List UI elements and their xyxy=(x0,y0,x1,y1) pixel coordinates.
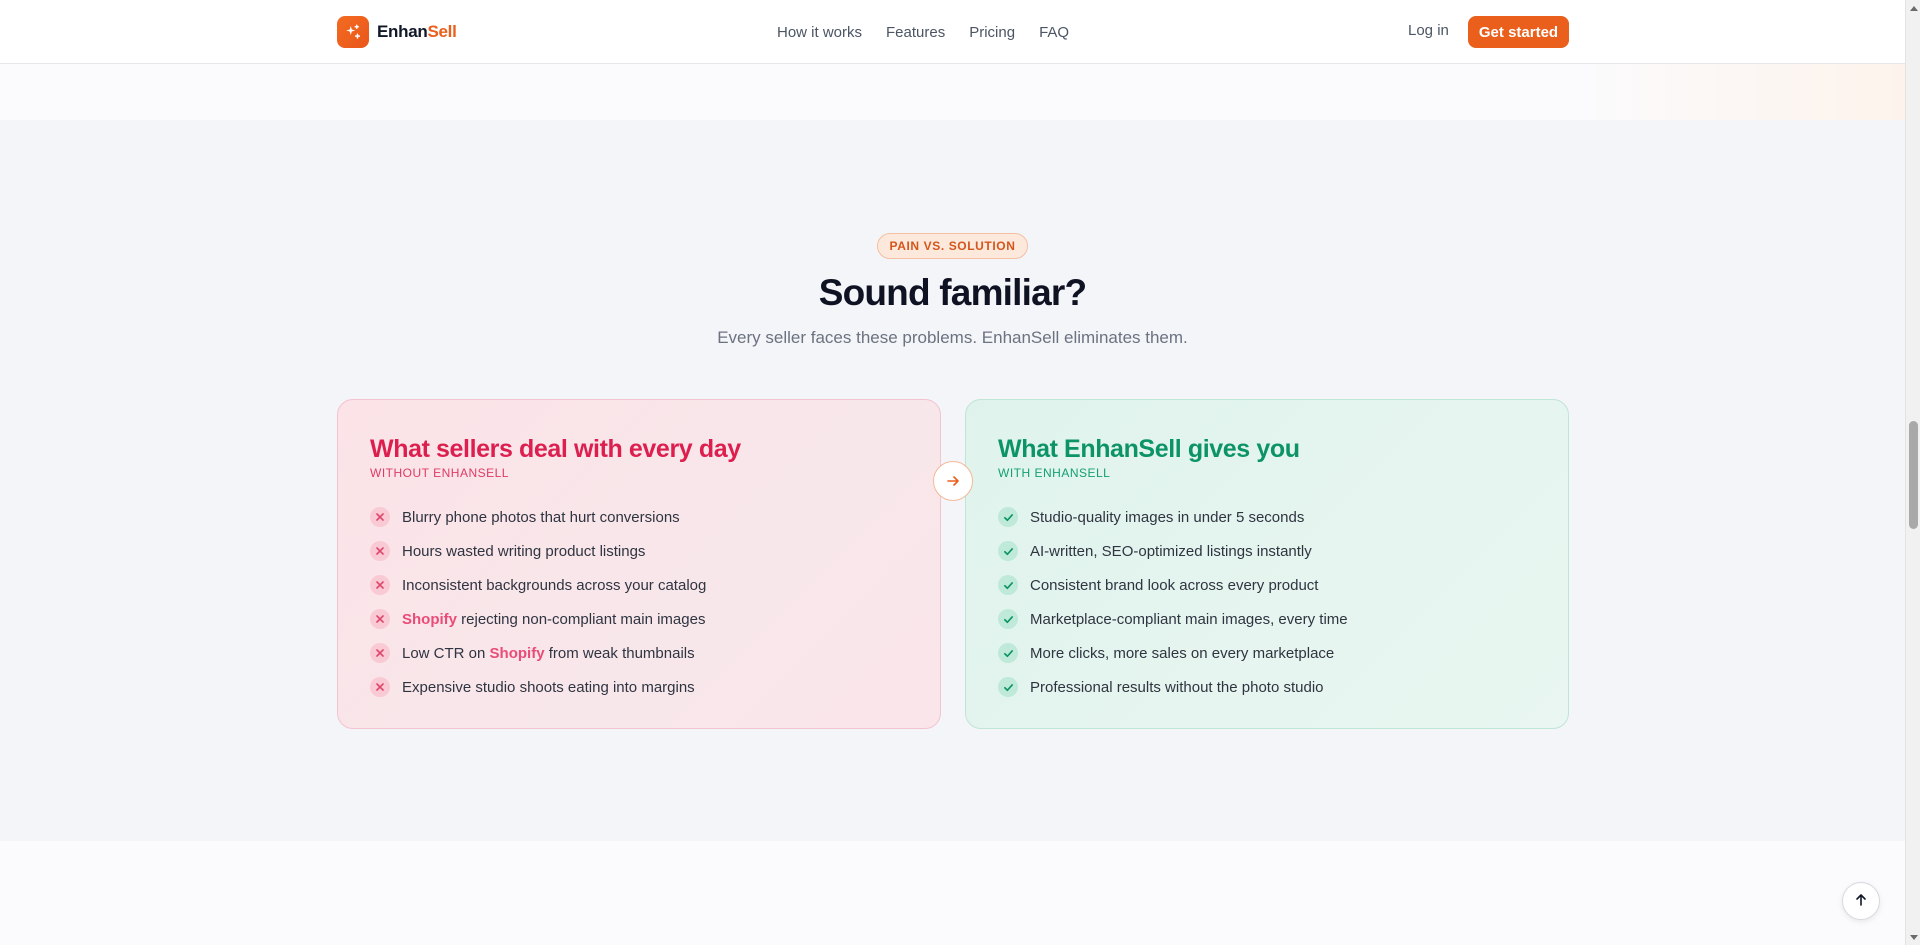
list-item-text: Blurry phone photos that hurt conversion… xyxy=(402,508,680,526)
list-item-text: Studio-quality images in under 5 seconds xyxy=(1030,508,1305,526)
highlight-shopify: Shopify xyxy=(489,644,545,662)
section-title: Sound familiar? xyxy=(818,272,1087,313)
scroll-up-icon[interactable] xyxy=(1906,0,1920,15)
pain-card-title: What sellers deal with every day xyxy=(370,435,741,463)
scroll-down-icon[interactable] xyxy=(1906,930,1920,945)
x-icon xyxy=(370,575,390,595)
highlight-shopify: Shopify xyxy=(402,610,457,628)
brand-name-part-1: Enhan xyxy=(377,22,428,41)
brand-logo[interactable]: EnhanSell xyxy=(337,16,457,48)
check-icon xyxy=(998,575,1018,595)
list-item: Low CTR on Shopify from weak thumbnails xyxy=(370,636,908,670)
next-section xyxy=(0,841,1905,945)
list-item-text: Professional results without the photo s… xyxy=(1030,678,1324,696)
x-icon xyxy=(370,541,390,561)
brand-name-part-2: Sell xyxy=(427,22,457,41)
nav-link-features[interactable]: Features xyxy=(886,24,945,41)
list-item: Blurry phone photos that hurt conversion… xyxy=(370,500,908,534)
list-item-text-before: Low CTR on xyxy=(402,644,490,662)
solution-card: What EnhanSell gives you WITH ENHANSELL … xyxy=(965,399,1569,729)
check-icon xyxy=(998,677,1018,697)
get-started-button[interactable]: Get started xyxy=(1468,16,1569,48)
check-icon xyxy=(998,643,1018,663)
list-item-text: Expensive studio shoots eating into marg… xyxy=(402,678,695,696)
list-item: Shopify rejecting non-compliant main ima… xyxy=(370,602,908,636)
list-item: Hours wasted writing product listings xyxy=(370,534,908,568)
check-icon xyxy=(998,609,1018,629)
x-icon xyxy=(370,643,390,663)
page-scrollbar[interactable] xyxy=(1905,0,1920,945)
top-navigation-bar: EnhanSell How it works Features Pricing … xyxy=(0,0,1905,64)
x-icon xyxy=(370,609,390,629)
list-item-text: Inconsistent backgrounds across your cat… xyxy=(402,576,707,594)
nav-link-pricing[interactable]: Pricing xyxy=(969,24,1015,41)
solution-card-tag: WITH ENHANSELL xyxy=(998,466,1111,480)
list-item-text-after: rejecting non-compliant main images xyxy=(457,610,706,628)
x-icon xyxy=(370,677,390,697)
arrow-up-icon xyxy=(1854,893,1868,910)
hero-section-tail xyxy=(0,64,1905,120)
list-item-text: More clicks, more sales on every marketp… xyxy=(1030,644,1335,662)
main-nav: How it works Features Pricing FAQ xyxy=(777,0,1069,64)
list-item: AI-written, SEO-optimized listings insta… xyxy=(998,534,1536,568)
pain-vs-solution-section: PAIN VS. SOLUTION Sound familiar? Every … xyxy=(0,120,1905,841)
list-item: More clicks, more sales on every marketp… xyxy=(998,636,1536,670)
back-to-top-button[interactable] xyxy=(1842,882,1880,920)
login-link[interactable]: Log in xyxy=(1408,22,1449,39)
check-icon xyxy=(998,541,1018,561)
nav-link-faq[interactable]: FAQ xyxy=(1039,24,1069,41)
list-item: Studio-quality images in under 5 seconds xyxy=(998,500,1536,534)
pain-list: Blurry phone photos that hurt conversion… xyxy=(370,500,908,704)
list-item-text: Consistent brand look across every produ… xyxy=(1030,576,1319,594)
arrow-right-icon xyxy=(933,461,973,501)
list-item-text: Marketplace-compliant main images, every… xyxy=(1030,610,1348,628)
scrollbar-thumb[interactable] xyxy=(1909,421,1918,529)
list-item-text: Low CTR on Shopify from weak thumbnails xyxy=(402,645,695,662)
solution-card-title: What EnhanSell gives you xyxy=(998,435,1300,463)
list-item: Consistent brand look across every produ… xyxy=(998,568,1536,602)
section-subtitle: Every seller faces these problems. Enhan… xyxy=(717,328,1188,347)
pain-card: What sellers deal with every day WITHOUT… xyxy=(337,399,941,729)
list-item-text: Shopify rejecting non-compliant main ima… xyxy=(402,611,705,628)
solution-list: Studio-quality images in under 5 seconds… xyxy=(998,500,1536,704)
section-eyebrow-badge: PAIN VS. SOLUTION xyxy=(877,233,1028,259)
nav-link-how-it-works[interactable]: How it works xyxy=(777,24,862,41)
sparkle-icon xyxy=(337,16,369,48)
list-item-text-after: from weak thumbnails xyxy=(544,644,695,662)
list-item: Inconsistent backgrounds across your cat… xyxy=(370,568,908,602)
list-item: Professional results without the photo s… xyxy=(998,670,1536,704)
x-icon xyxy=(370,507,390,527)
brand-name: EnhanSell xyxy=(377,22,457,42)
list-item: Marketplace-compliant main images, every… xyxy=(998,602,1536,636)
list-item-text: AI-written, SEO-optimized listings insta… xyxy=(1030,542,1312,560)
list-item-text: Hours wasted writing product listings xyxy=(402,542,646,560)
check-icon xyxy=(998,507,1018,527)
pain-card-tag: WITHOUT ENHANSELL xyxy=(370,466,509,480)
list-item: Expensive studio shoots eating into marg… xyxy=(370,670,908,704)
